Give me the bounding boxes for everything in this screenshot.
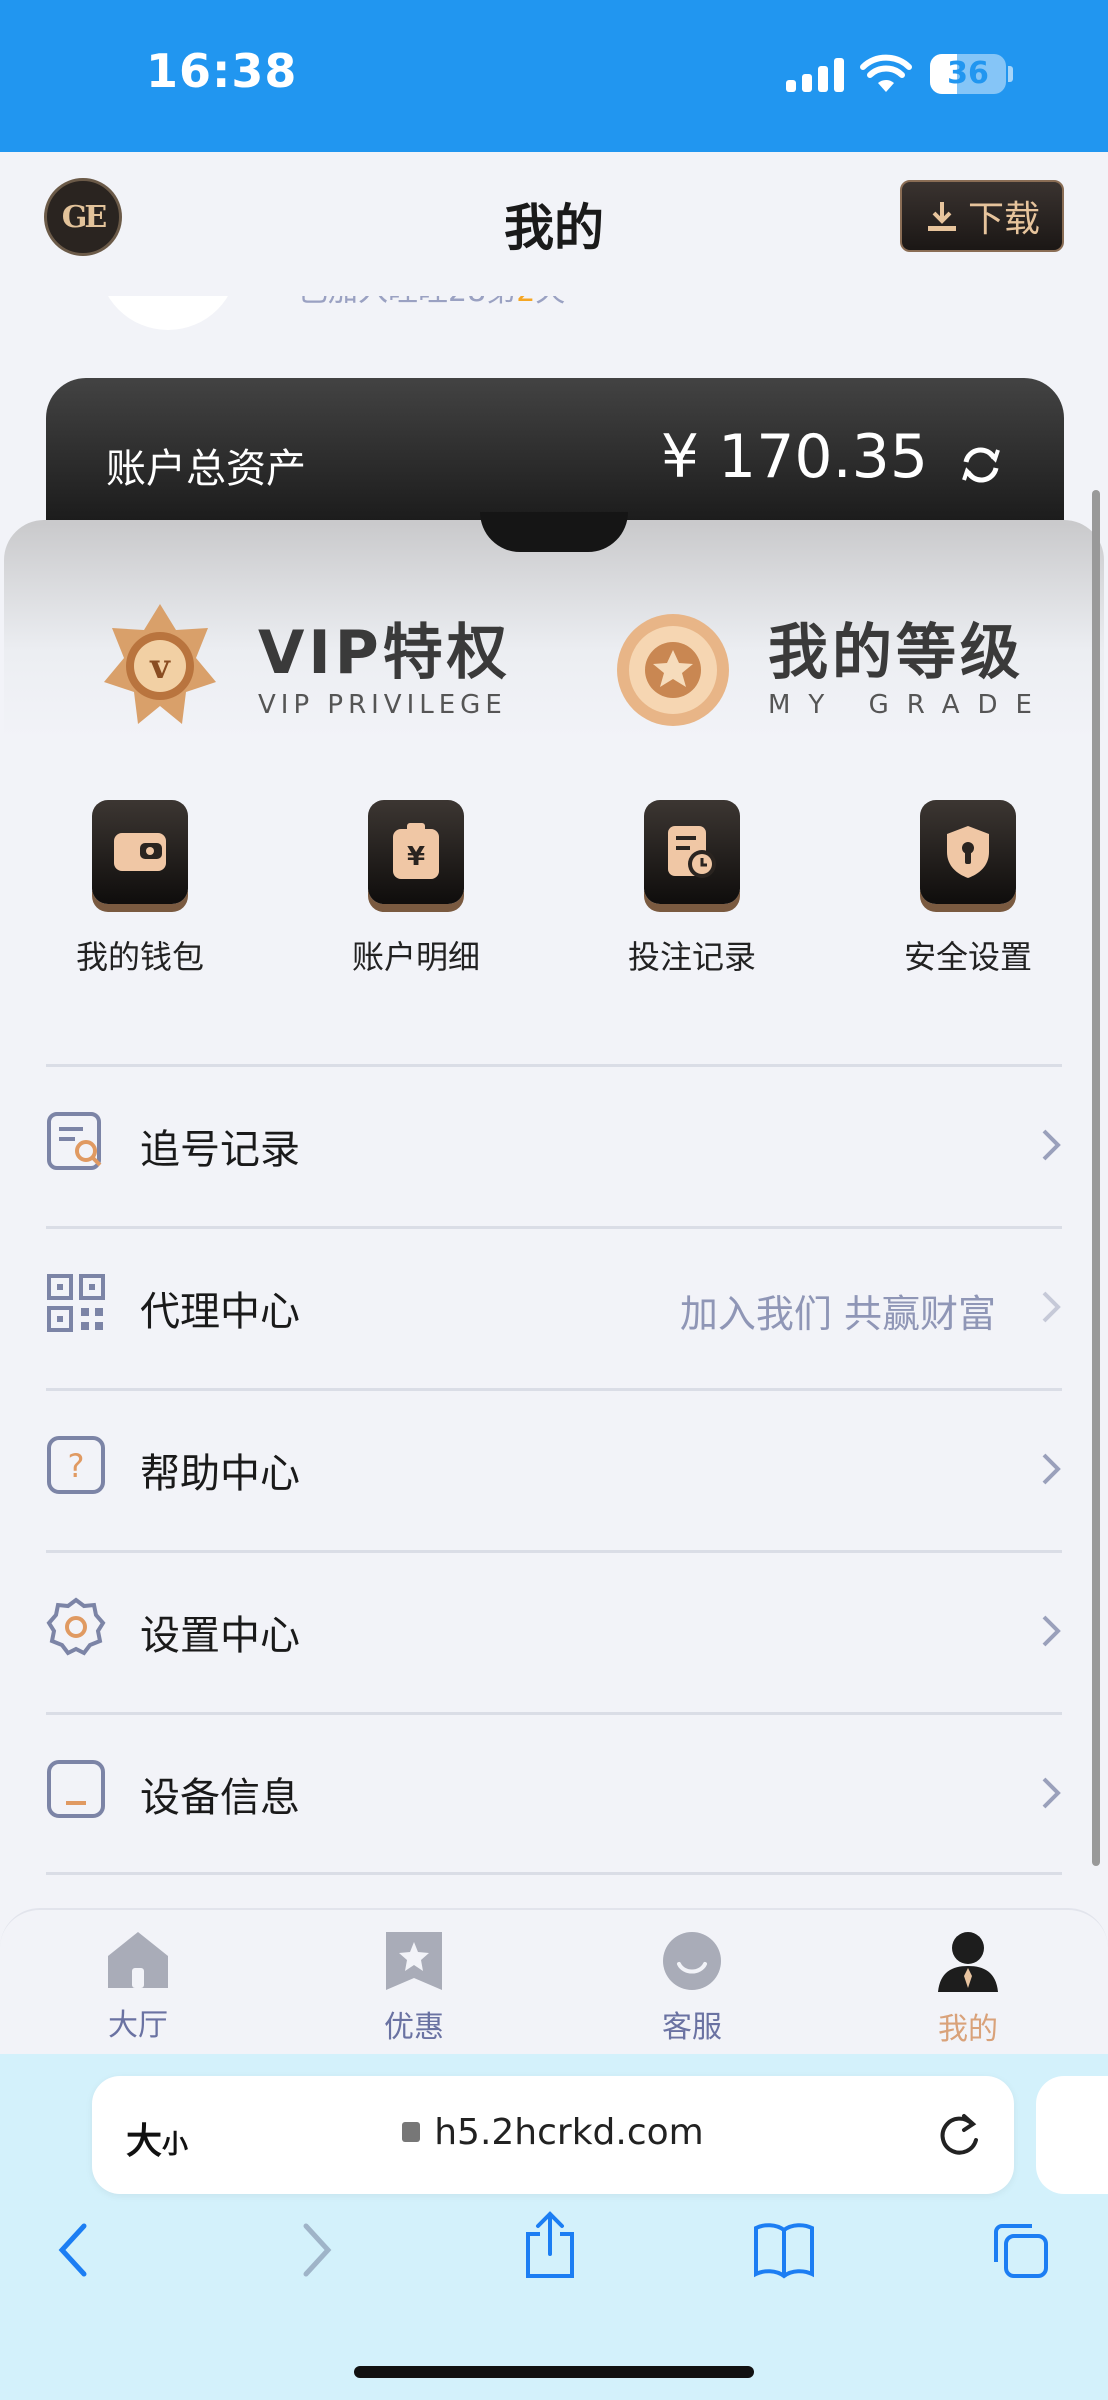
tab-mine[interactable]: 我的 xyxy=(888,1930,1048,2048)
my-grade-entry[interactable]: 我的等级 MY GRADE xyxy=(614,600,1050,740)
wallet-icon xyxy=(92,800,188,904)
tab-lobby[interactable]: 大厅 xyxy=(58,1930,218,2044)
download-label: 下载 xyxy=(967,199,1040,240)
lock-icon xyxy=(402,2122,421,2142)
question-icon: ? xyxy=(47,1436,105,1494)
home-icon xyxy=(108,1932,168,1988)
grade-medal-icon xyxy=(617,614,729,726)
quick-action-label: 安全设置 xyxy=(903,938,1032,976)
user-icon xyxy=(938,1932,998,1992)
tab-label: 客服 xyxy=(662,2010,722,2045)
browser-toolbar: 大小 h5.2hcrkd.com xyxy=(0,2054,1108,2400)
wifi-icon xyxy=(860,54,912,92)
menu-item-device-info[interactable]: 设备信息 xyxy=(46,1712,1062,1874)
vip-privilege-title: VIP特权 xyxy=(258,618,511,688)
quick-action-bet-records[interactable]: 投注记录 xyxy=(602,800,782,978)
quick-action-wallet[interactable]: 我的钱包 xyxy=(50,800,230,978)
chevron-right-icon xyxy=(1042,1615,1061,1647)
qr-code-icon xyxy=(47,1274,105,1332)
chevron-right-icon xyxy=(1042,1453,1061,1485)
quick-action-label: 账户明细 xyxy=(351,938,480,976)
quick-action-label: 我的钱包 xyxy=(75,938,204,976)
svg-text:?: ? xyxy=(68,1447,85,1485)
vip-privilege-subtitle: VIP PRIVILEGE xyxy=(258,690,507,720)
menu-item-label: 设置中心 xyxy=(140,1613,300,1659)
menu-item-label: 代理中心 xyxy=(140,1289,300,1335)
bet-record-icon xyxy=(644,800,740,904)
svg-text:¥: ¥ xyxy=(407,842,425,872)
menu-item-subtitle: 加入我们 共赢财富 xyxy=(679,1292,996,1336)
url-text: h5.2hcrkd.com xyxy=(92,2112,1014,2153)
list-divider xyxy=(46,1872,1062,1875)
menu-item-label: 帮助中心 xyxy=(140,1451,300,1497)
chevron-right-icon xyxy=(1042,1291,1061,1323)
back-icon[interactable] xyxy=(54,2220,94,2280)
vip-privilege-entry[interactable]: v VIP特权 VIP PRIVILEGE xyxy=(98,600,511,740)
menu-item-label: 追号记录 xyxy=(140,1127,300,1173)
smile-icon xyxy=(663,1932,721,1990)
svg-text:v: v xyxy=(149,647,171,687)
menu-item-tracking-records[interactable]: 追号记录 xyxy=(46,1064,1062,1226)
tabs-icon[interactable] xyxy=(990,2220,1050,2280)
gear-icon xyxy=(46,1597,106,1656)
chevron-right-icon xyxy=(1042,1129,1061,1161)
forward-icon[interactable] xyxy=(296,2220,336,2280)
tab-label: 我的 xyxy=(938,2012,998,2047)
tab-promotions[interactable]: 优惠 xyxy=(334,1930,494,2046)
my-grade-subtitle: MY GRADE xyxy=(768,690,1050,720)
menu-item-label: 设备信息 xyxy=(140,1775,300,1821)
next-tab-preview[interactable] xyxy=(1036,2076,1108,2194)
tab-label: 大厅 xyxy=(108,2008,168,2043)
menu-item-settings-center[interactable]: 设置中心 xyxy=(46,1550,1062,1712)
download-icon xyxy=(927,202,956,231)
address-bar[interactable]: 大小 h5.2hcrkd.com xyxy=(92,2076,1014,2194)
quick-action-account-details[interactable]: ¥ 账户明细 xyxy=(326,800,506,978)
reload-icon[interactable] xyxy=(938,2110,982,2158)
shield-icon xyxy=(920,800,1016,904)
device-icon xyxy=(47,1760,105,1818)
bookmarks-icon[interactable] xyxy=(752,2220,816,2280)
url-label: h5.2hcrkd.com xyxy=(434,2112,704,2153)
battery-percent: 36 xyxy=(947,56,989,91)
scrollbar[interactable] xyxy=(1092,490,1100,1866)
tab-label: 优惠 xyxy=(384,2010,444,2045)
chevron-right-icon xyxy=(1042,1777,1061,1809)
status-time: 16:38 xyxy=(146,44,298,98)
vip-badge-icon: v xyxy=(104,604,216,724)
my-grade-title: 我的等级 xyxy=(768,618,1024,688)
page-header: GE 我的 下载 xyxy=(0,152,1108,296)
battery-icon: 36 xyxy=(930,54,1006,94)
cellular-signal-icon xyxy=(786,58,844,92)
home-indicator xyxy=(354,2366,754,2378)
tab-customer-service[interactable]: 客服 xyxy=(612,1930,772,2046)
menu-item-help-center[interactable]: ? 帮助中心 xyxy=(46,1388,1062,1550)
search-document-icon xyxy=(47,1112,102,1170)
status-bar: 16:38 36 xyxy=(0,0,1108,152)
share-icon[interactable] xyxy=(522,2210,578,2280)
download-button[interactable]: 下载 xyxy=(900,180,1064,252)
menu-item-agent-center[interactable]: 代理中心 加入我们 共赢财富 xyxy=(46,1226,1062,1388)
bottom-tab-bar: 大厅 优惠 客服 我的 xyxy=(0,1908,1108,2054)
balance-amount: ¥ 170.35 xyxy=(660,422,928,492)
yuan-clipboard-icon: ¥ xyxy=(368,800,464,904)
quick-action-security[interactable]: 安全设置 xyxy=(878,800,1058,978)
quick-action-label: 投注记录 xyxy=(627,938,756,976)
balance-label: 账户总资产 xyxy=(106,446,306,492)
refresh-icon[interactable] xyxy=(958,442,1004,488)
balance-card-notch xyxy=(480,512,628,552)
battery-cap xyxy=(1008,66,1013,82)
star-bookmark-icon xyxy=(386,1932,442,1990)
